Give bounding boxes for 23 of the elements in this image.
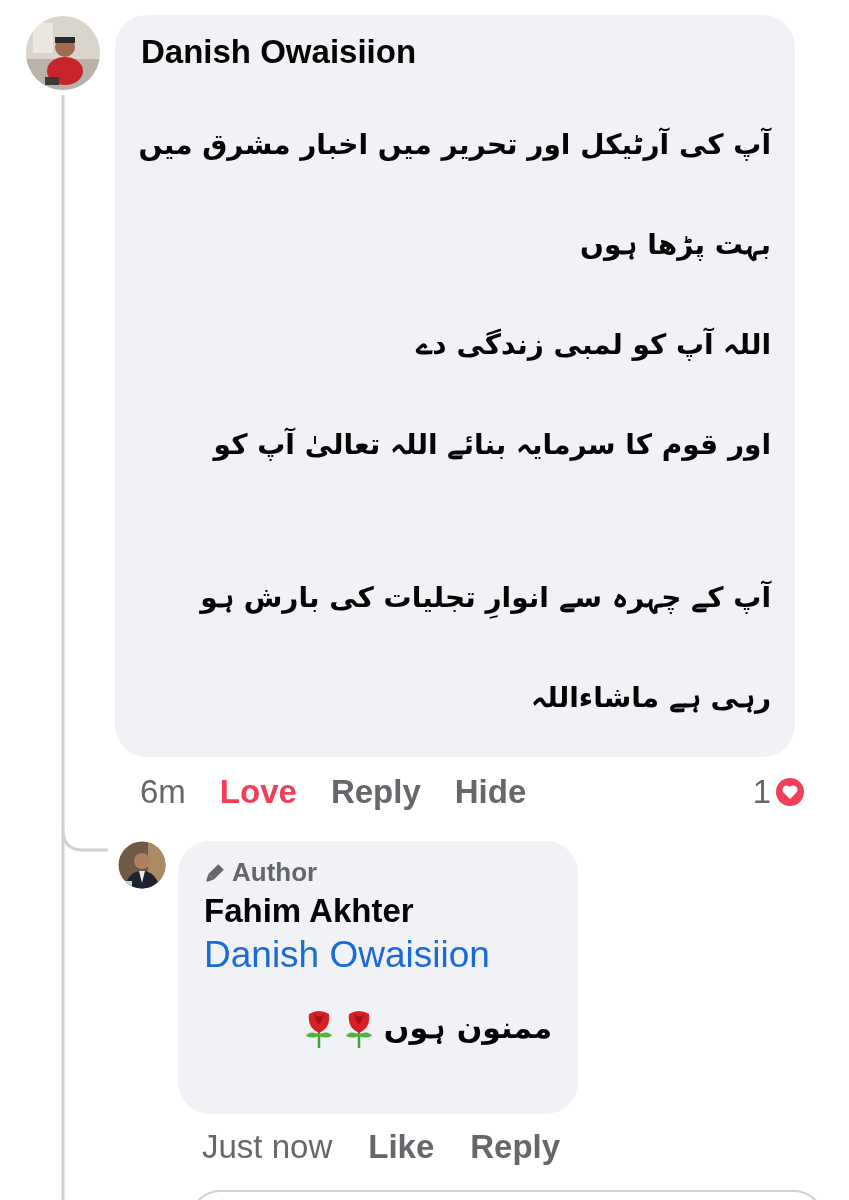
comment-text: اللہ آپ کو لمبی زندگی دے xyxy=(414,326,771,363)
hide-link[interactable]: Hide xyxy=(454,773,527,811)
comment-text: آپ کے چہرہ سے انوارِ تجلیات کی بارش ہو xyxy=(139,548,771,648)
author-name[interactable]: Fahim Akhter xyxy=(204,892,552,930)
comment-text: آپ کی آرٹیکل اور تحریر میں اخبار مشرق میں xyxy=(139,126,771,163)
reply-link[interactable]: Reply xyxy=(470,1128,561,1166)
comment-text: رہی ہے ماشاءاللہ xyxy=(530,680,771,716)
pen-icon xyxy=(204,861,226,884)
reaction-count: 1 xyxy=(752,773,771,811)
author-name[interactable]: Danish Owaisiion xyxy=(141,33,771,71)
rose-icon xyxy=(303,1008,334,1048)
timestamp: Just now xyxy=(202,1128,333,1166)
reaction-link[interactable]: Like xyxy=(368,1128,435,1166)
comment-text: بہت پڑھا ہوں xyxy=(579,227,771,263)
love-reaction-icon xyxy=(775,777,805,807)
reaction-link[interactable]: Love xyxy=(219,773,297,811)
rose-icon xyxy=(343,1008,374,1048)
comment-text: اور قوم کا سرمایہ بنائے اللہ تعالیٰ آپ کو xyxy=(211,426,771,463)
timestamp: 6m xyxy=(140,773,186,811)
reply-text: ممنون ہوں xyxy=(383,1009,552,1047)
author-label: Author xyxy=(232,857,318,888)
reply-link[interactable]: Reply xyxy=(330,773,421,811)
mention-link[interactable]: Danish Owaisiion xyxy=(204,934,552,976)
